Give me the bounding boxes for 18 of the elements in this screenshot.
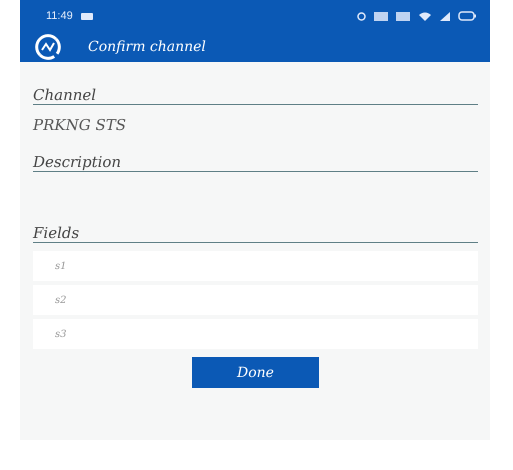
list-item[interactable]: s1: [33, 251, 478, 281]
sim-icon: [396, 12, 410, 20]
done-button[interactable]: Done: [192, 357, 319, 388]
list-item[interactable]: s2: [33, 285, 478, 315]
sim-icon: [374, 12, 388, 20]
status-time: 11:49: [46, 10, 73, 22]
field-value: PRKNG STS: [33, 115, 128, 136]
battery-icon: [458, 11, 476, 21]
alarm-icon: [357, 12, 366, 20]
screen-title: Confirm channel: [88, 39, 206, 55]
list-item[interactable]: s3: [33, 319, 478, 349]
signal-icon: [440, 12, 450, 20]
section-label: Fields: [33, 222, 478, 243]
wifi-icon: [418, 12, 432, 20]
section-label: Channel: [33, 84, 478, 105]
notification-icon: [80, 12, 93, 20]
section-label: Description: [33, 151, 478, 172]
logo-icon: [34, 34, 62, 60]
